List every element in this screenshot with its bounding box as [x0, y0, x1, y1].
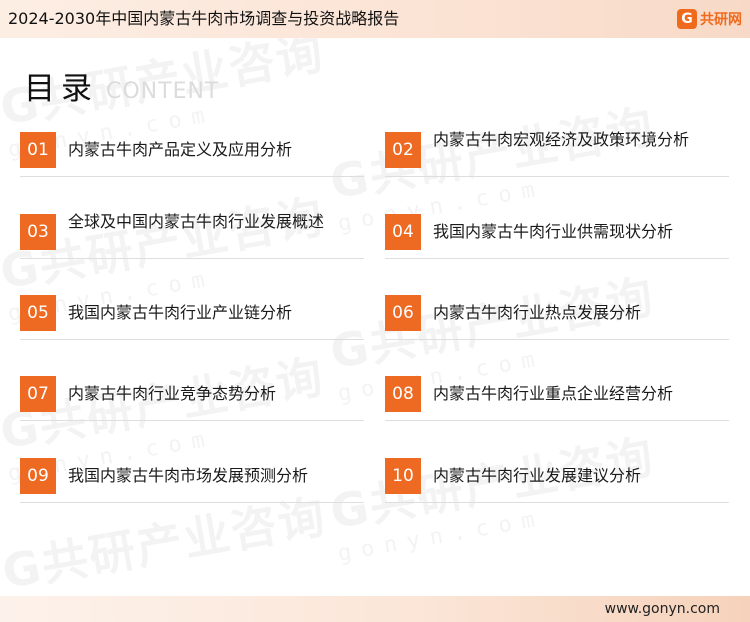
toc-item-label: 全球及中国内蒙古牛肉行业发展概述 [68, 212, 325, 231]
toc-item-03[interactable]: 03 全球及中国内蒙古牛肉行业发展概述 [20, 212, 364, 259]
header-bar: 2024-2030年中国内蒙古牛肉市场调查与投资战略报告 G 共研网 [0, 0, 750, 38]
toc-item-07[interactable]: 07 内蒙古牛肉行业竞争态势分析 [20, 376, 364, 421]
toc-item-label: 我国内蒙古牛肉行业供需现状分析 [433, 222, 674, 241]
divider [20, 258, 364, 259]
brand-logo: G 共研网 [677, 8, 742, 30]
divider [385, 502, 729, 503]
toc-item-label: 内蒙古牛肉行业发展建议分析 [433, 466, 642, 485]
divider [20, 176, 364, 177]
toc-number-badge: 08 [385, 376, 421, 412]
toc-number-badge: 04 [385, 214, 421, 250]
toc-item-label: 内蒙古牛肉行业竞争态势分析 [68, 384, 277, 403]
brand-logo-icon: G [677, 9, 697, 29]
section-subtitle: CONTENT [106, 79, 220, 104]
toc-number-badge: 01 [20, 132, 56, 168]
toc-number-badge: 02 [385, 132, 421, 168]
watermark: G共研产业咨询 [0, 488, 331, 596]
toc-number-badge: 06 [385, 295, 421, 331]
toc-item-09[interactable]: 09 我国内蒙古牛肉市场发展预测分析 [20, 458, 364, 503]
toc-item-04[interactable]: 04 我国内蒙古牛肉行业供需现状分析 [385, 214, 729, 259]
divider [385, 258, 729, 259]
report-title: 2024-2030年中国内蒙古牛肉市场调查与投资战略报告 [8, 9, 400, 28]
toc-item-10[interactable]: 10 内蒙古牛肉行业发展建议分析 [385, 458, 729, 503]
toc-number-badge: 10 [385, 458, 421, 494]
divider [385, 339, 729, 340]
toc-item-label: 我国内蒙古牛肉市场发展预测分析 [68, 466, 309, 485]
divider [20, 339, 364, 340]
toc-number-badge: 05 [20, 295, 56, 331]
toc-item-08[interactable]: 08 内蒙古牛肉行业重点企业经营分析 [385, 376, 729, 421]
footer-url: www.gonyn.com [604, 601, 720, 617]
toc-number-badge: 03 [20, 214, 56, 250]
section-title: 目录 [24, 71, 98, 107]
divider [385, 420, 729, 421]
toc-item-06[interactable]: 06 内蒙古牛肉行业热点发展分析 [385, 295, 729, 340]
footer-bar: www.gonyn.com [0, 596, 750, 622]
divider [20, 420, 364, 421]
toc-number-badge: 07 [20, 376, 56, 412]
toc-number-badge: 09 [20, 458, 56, 494]
toc-item-label: 内蒙古牛肉产品定义及应用分析 [68, 140, 293, 159]
brand-name: 共研网 [700, 12, 742, 28]
toc-item-02[interactable]: 02 内蒙古牛肉宏观经济及政策环境分析 [385, 130, 729, 177]
toc-item-label: 我国内蒙古牛肉行业产业链分析 [68, 303, 293, 322]
toc-item-label: 内蒙古牛肉宏观经济及政策环境分析 [433, 130, 690, 149]
toc-item-01[interactable]: 01 内蒙古牛肉产品定义及应用分析 [20, 132, 364, 177]
toc-item-05[interactable]: 05 我国内蒙古牛肉行业产业链分析 [20, 295, 364, 340]
divider [20, 502, 364, 503]
toc-item-label: 内蒙古牛肉行业热点发展分析 [433, 303, 642, 322]
toc-item-label: 内蒙古牛肉行业重点企业经营分析 [433, 384, 674, 403]
divider [385, 176, 729, 177]
